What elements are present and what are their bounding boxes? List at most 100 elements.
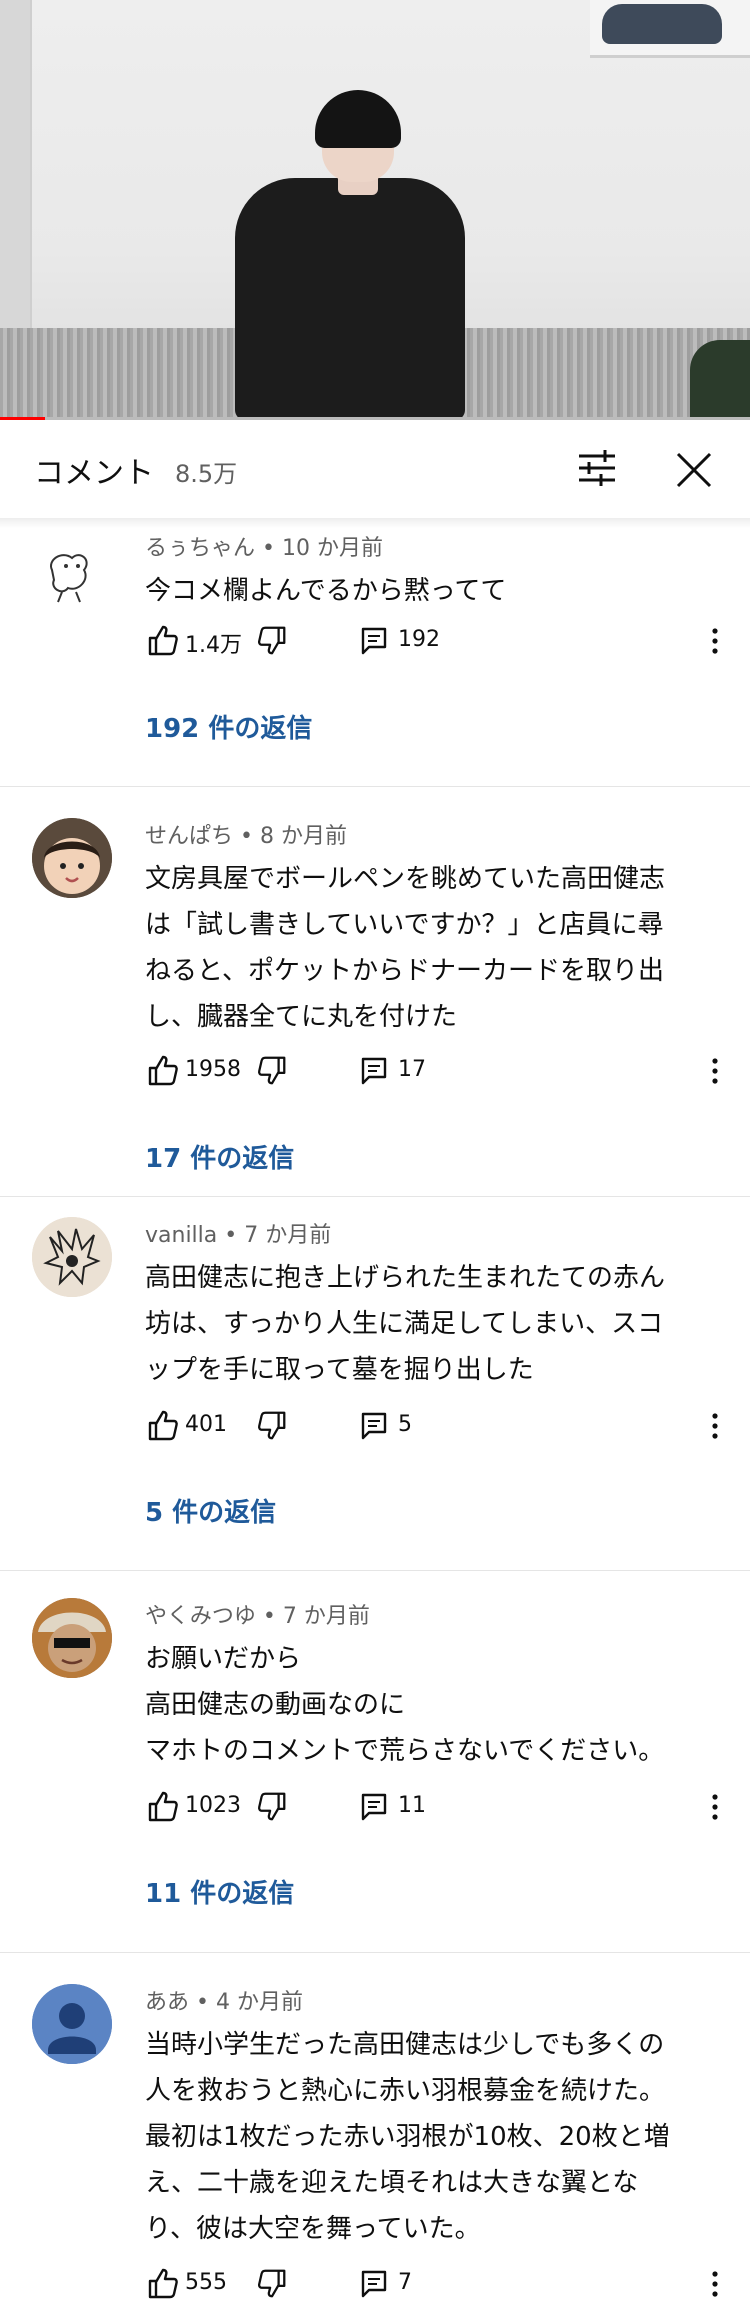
- reply-count: 11: [398, 1793, 426, 1818]
- comment-line: 人を救おうと熱心に赤い羽根募金を続けた。: [145, 2076, 666, 2106]
- reply-button[interactable]: [360, 1792, 388, 1822]
- comment-time: 7 か月前: [244, 1223, 332, 1248]
- meta-separator: •: [189, 1990, 216, 2015]
- comment-line: 文房具屋でボールペンを眺めていた高田健志: [145, 864, 666, 894]
- more-button[interactable]: [705, 624, 725, 658]
- more-vert-icon: [712, 1058, 718, 1084]
- like-button[interactable]: [145, 1407, 181, 1443]
- avatar-photo-icon: [32, 1598, 112, 1678]
- reply-button[interactable]: [360, 2269, 388, 2299]
- thumbs-down-icon: [258, 1056, 286, 1085]
- like-button[interactable]: [145, 1788, 181, 1824]
- video-person: [235, 178, 465, 420]
- sliders-icon: [579, 450, 615, 486]
- reply-button[interactable]: [360, 626, 388, 656]
- reply-icon: [361, 627, 387, 655]
- avatar-sketch-icon: [32, 1217, 112, 1297]
- view-replies-link[interactable]: 192 件の返信: [145, 708, 312, 745]
- comment-line: 坊は、すっかり人生に満足してしまい、スコ: [145, 1309, 664, 1339]
- like-button[interactable]: [145, 1052, 181, 1088]
- comment-line: お願いだから: [145, 1644, 302, 1674]
- close-icon: [676, 452, 712, 488]
- reply-icon: [361, 2270, 387, 2298]
- avatar[interactable]: [32, 1984, 112, 2064]
- comment-divider: [0, 786, 750, 787]
- comment-meta: せんぱち • 8 か月前: [145, 818, 347, 850]
- reply-count: 5: [398, 1412, 412, 1437]
- like-count: 1958: [185, 1057, 241, 1082]
- comments-count: 8.5万: [175, 460, 238, 488]
- header-shadow: [0, 518, 750, 528]
- comment-text: 今コメ欄よんでるから黙ってて: [145, 568, 715, 614]
- comments-title: コメント: [34, 456, 154, 491]
- default-avatar-icon: [32, 1984, 112, 2064]
- comment-line: え、二十歳を迎えた頃それは大きな翼とな: [145, 2168, 639, 2198]
- view-replies-link[interactable]: 17 件の返信: [145, 1138, 294, 1175]
- like-button[interactable]: [145, 2265, 181, 2301]
- comment-text: お願いだから 高田健志の動画なのに マホトのコメントで荒らさないでください。: [145, 1636, 715, 1774]
- comment-line: 今コメ欄よんでるから黙ってて: [145, 576, 507, 606]
- comment-actions: 401 5: [145, 1407, 735, 1447]
- reply-button[interactable]: [360, 1411, 388, 1441]
- comment-line: 高田健志に抱き上げられた生まれたての赤ん: [145, 1263, 666, 1293]
- avatar[interactable]: [32, 818, 112, 898]
- more-button[interactable]: [705, 1054, 725, 1088]
- dislike-button[interactable]: [255, 2267, 289, 2301]
- thumbs-up-icon: [148, 1055, 178, 1086]
- comment-divider: [0, 1196, 750, 1197]
- comment-actions: 1958 17: [145, 1052, 735, 1092]
- comment-actions: 1.4万 192: [145, 622, 735, 662]
- comment-line: 最初は1枚だった赤い羽根が10枚、20枚と増: [145, 2122, 670, 2152]
- comment-author[interactable]: やくみつゆ: [145, 1604, 256, 1629]
- close-button[interactable]: [672, 448, 716, 492]
- avatar[interactable]: [32, 1598, 112, 1678]
- more-button[interactable]: [705, 2267, 725, 2301]
- video-person-hair: [315, 90, 401, 148]
- avatar[interactable]: [32, 1217, 112, 1297]
- view-replies-link[interactable]: 5 件の返信: [145, 1492, 276, 1529]
- video-wall-edge: [30, 0, 32, 330]
- comment-divider: [0, 1952, 750, 1953]
- comment-line: は「試し書きしていいですか？」と店員に尋: [145, 910, 664, 940]
- reply-count: 7: [398, 2270, 412, 2295]
- more-vert-icon: [712, 2271, 718, 2297]
- avatar[interactable]: [32, 530, 112, 610]
- video-player[interactable]: [0, 0, 750, 420]
- comment-author[interactable]: せんぱち: [145, 824, 233, 849]
- more-vert-icon: [712, 1413, 718, 1439]
- like-count: 401: [185, 1412, 227, 1437]
- thumbs-down-icon: [258, 1411, 286, 1440]
- thumbs-up-icon: [148, 1410, 178, 1441]
- comment-author[interactable]: るぅちゃん: [145, 536, 255, 561]
- comment-author[interactable]: ああ: [145, 1990, 189, 2015]
- meta-separator: •: [233, 824, 260, 849]
- like-button[interactable]: [145, 622, 181, 658]
- video-plant: [690, 340, 750, 420]
- like-count: 1.4万: [185, 633, 242, 658]
- more-button[interactable]: [705, 1790, 725, 1824]
- comment-time: 4 か月前: [215, 1990, 303, 2015]
- thumbs-down-icon: [258, 626, 286, 655]
- comment-line: 当時小学生だった高田健志は少しでも多くの: [145, 2030, 665, 2060]
- dislike-button[interactable]: [255, 1409, 289, 1443]
- meta-separator: •: [217, 1223, 245, 1248]
- more-vert-icon: [712, 1794, 718, 1820]
- dislike-button[interactable]: [255, 624, 289, 658]
- avatar-drawing-icon: [50, 554, 88, 603]
- reply-count: 17: [398, 1057, 426, 1082]
- reply-icon: [361, 1057, 387, 1085]
- reply-button[interactable]: [360, 1056, 388, 1086]
- comment-meta: るぅちゃん • 10 か月前: [145, 530, 383, 562]
- dislike-button[interactable]: [255, 1790, 289, 1824]
- comment-author[interactable]: vanilla: [145, 1223, 217, 1248]
- meta-separator: •: [255, 1604, 283, 1629]
- thumbs-down-icon: [258, 1792, 286, 1821]
- comment-text: 当時小学生だった高田健志は少しでも多くの 人を救おうと熱心に赤い羽根募金を続けた…: [145, 2022, 715, 2252]
- dislike-button[interactable]: [255, 1054, 289, 1088]
- like-count: 1023: [185, 1793, 241, 1818]
- filter-button[interactable]: [575, 448, 619, 488]
- comment-time: 7 か月前: [282, 1604, 370, 1629]
- comment-line: ねると、ポケットからドナーカードを取り出: [145, 956, 664, 986]
- more-button[interactable]: [705, 1409, 725, 1443]
- view-replies-link[interactable]: 11 件の返信: [145, 1873, 294, 1910]
